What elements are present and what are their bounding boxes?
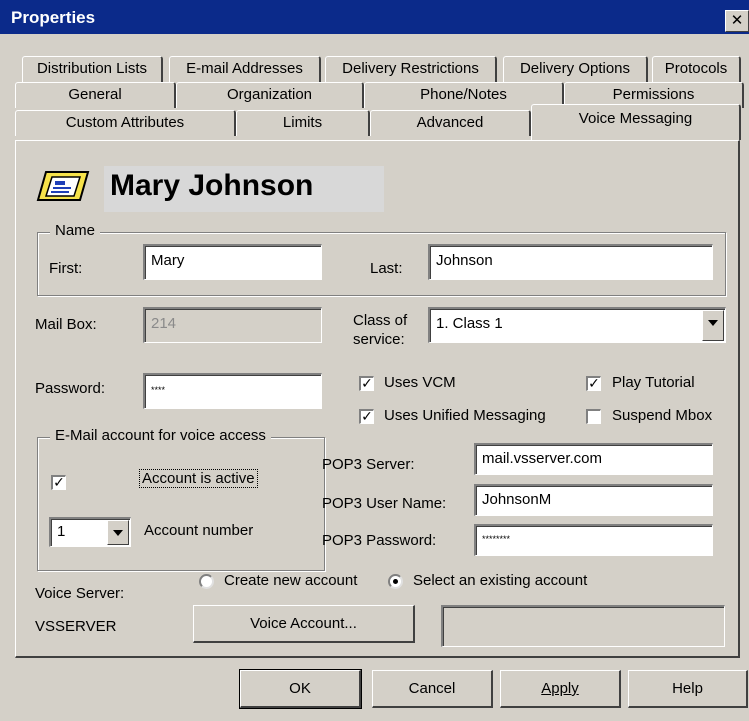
pop3-user-field[interactable]: JohnsonM (474, 484, 713, 516)
apply-button[interactable]: Apply (500, 670, 621, 708)
account-number-label: Account number (144, 522, 254, 539)
pop3-server-field[interactable]: mail.vsserver.com (474, 443, 713, 475)
pop3-password-label: POP3 Password: (322, 532, 437, 549)
ok-button[interactable]: OK (239, 669, 362, 709)
select-existing-account-label: Select an existing account (413, 572, 588, 589)
email-group (37, 437, 325, 571)
chevron-down-icon[interactable] (107, 520, 129, 545)
name-group-label: Name (50, 222, 101, 239)
class-of-service-label-line1: Class of (353, 312, 408, 329)
mailbox-label: Mail Box: (35, 316, 97, 333)
tab-delivery-restrictions[interactable]: Delivery Restrictions (325, 56, 497, 82)
mailbox-card-icon (36, 168, 90, 204)
tab-advanced[interactable]: Advanced (370, 110, 531, 136)
tab-panel (15, 140, 740, 658)
tab-custom-attributes[interactable]: Custom Attributes (15, 110, 236, 136)
tab-organization[interactable]: Organization (176, 82, 364, 108)
pop3-server-label: POP3 Server: (322, 456, 415, 473)
password-label: Password: (35, 380, 106, 397)
close-icon: ✕ (730, 12, 744, 29)
select-existing-account-radio[interactable] (388, 574, 403, 589)
tab-protocols[interactable]: Protocols (652, 56, 741, 82)
suspend-mbox-label: Suspend Mbox (612, 407, 713, 424)
first-name-label: First: (49, 260, 83, 277)
pop3-user-label: POP3 User Name: (322, 495, 447, 512)
radio-selected-dot (393, 579, 398, 584)
voice-account-display (441, 605, 725, 647)
email-group-label: E-Mail account for voice access (50, 427, 271, 444)
tab-email-addresses[interactable]: E-mail Addresses (169, 56, 321, 82)
uses-unified-messaging-label: Uses Unified Messaging (384, 407, 546, 424)
password-field[interactable]: **** (143, 373, 322, 409)
account-active-label[interactable]: Account is active (139, 469, 258, 488)
create-new-account-label: Create new account (224, 572, 358, 589)
account-number-value: 1 (57, 523, 66, 540)
tab-limits[interactable]: Limits (236, 110, 370, 136)
help-button[interactable]: Help (628, 670, 748, 708)
account-active-checkbox[interactable]: ✓ (51, 475, 66, 490)
uses-vcm-label: Uses VCM (384, 374, 456, 391)
tab-distribution-lists[interactable]: Distribution Lists (22, 56, 163, 82)
first-name-field[interactable]: Mary (143, 244, 322, 280)
tab-voice-messaging[interactable]: Voice Messaging (531, 104, 741, 140)
uses-vcm-checkbox[interactable]: ✓ (359, 376, 374, 391)
class-of-service-label-line2: service: (353, 331, 405, 348)
cancel-button[interactable]: Cancel (372, 670, 493, 708)
voice-account-button[interactable]: Voice Account... (193, 605, 415, 643)
last-name-label: Last: (370, 260, 403, 277)
voice-server-label: Voice Server: (35, 585, 125, 602)
create-new-account-radio[interactable] (199, 574, 214, 589)
play-tutorial-checkbox[interactable]: ✓ (586, 376, 601, 391)
display-name-area: Mary Johnson (104, 166, 384, 212)
close-button[interactable]: ✕ (725, 10, 749, 32)
account-number-select[interactable]: 1 (49, 517, 131, 547)
mailbox-field: 214 (143, 307, 322, 343)
class-of-service-value: 1. Class 1 (436, 315, 503, 332)
tab-general[interactable]: General (15, 82, 176, 108)
chevron-down-icon[interactable] (702, 310, 724, 341)
display-name: Mary Johnson (110, 169, 314, 202)
class-of-service-label: Class of service: (353, 311, 407, 349)
play-tutorial-label: Play Tutorial (612, 374, 695, 391)
suspend-mbox-checkbox[interactable] (586, 409, 601, 424)
tab-delivery-options[interactable]: Delivery Options (503, 56, 648, 82)
uses-unified-messaging-checkbox[interactable]: ✓ (359, 409, 374, 424)
window-title: Properties (0, 0, 749, 34)
voice-server-name: VSSERVER (35, 618, 117, 635)
pop3-password-field[interactable]: ******** (474, 524, 713, 556)
last-name-field[interactable]: Johnson (428, 244, 713, 280)
class-of-service-select[interactable]: 1. Class 1 (428, 307, 726, 343)
